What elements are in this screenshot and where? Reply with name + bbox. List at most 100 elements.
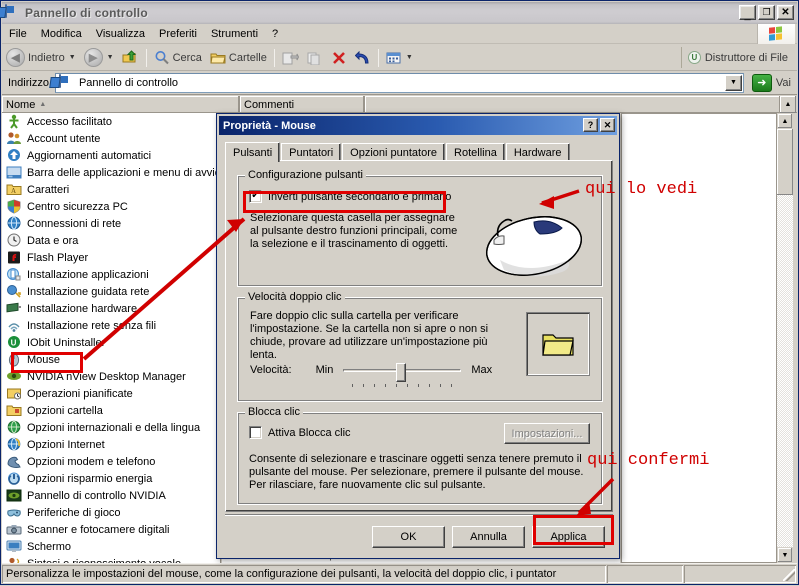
- list-item[interactable]: Flash Player: [2, 249, 220, 266]
- list-item[interactable]: Installazione hardware: [2, 300, 220, 317]
- window-controls: _ ❐ ✕: [739, 5, 794, 20]
- scroll-thumb[interactable]: [777, 129, 793, 195]
- list-item-label: Opzioni modem e telefono: [27, 455, 156, 468]
- game-controllers-icon: [6, 505, 22, 520]
- folders-button[interactable]: Cartelle: [206, 47, 271, 69]
- speed-max-label: Max: [471, 364, 493, 376]
- tab-hardware[interactable]: Hardware: [505, 143, 570, 161]
- folder-preview-icon[interactable]: [526, 312, 590, 376]
- move-to-button[interactable]: [278, 47, 303, 69]
- delete-icon: [332, 51, 345, 64]
- list-item[interactable]: Sintesi e riconoscimento vocale: [2, 555, 220, 563]
- list-item-label: Connessioni di rete: [27, 217, 122, 230]
- list-item[interactable]: Installazione guidata rete: [2, 283, 220, 300]
- folders-label: Cartelle: [228, 51, 267, 64]
- list-item[interactable]: Connessioni di rete: [2, 215, 220, 232]
- list-item[interactable]: A Caratteri: [2, 181, 220, 198]
- search-button[interactable]: Cerca: [150, 47, 206, 69]
- list-item-label: Caratteri: [27, 183, 70, 196]
- ok-label: OK: [400, 531, 417, 543]
- dialog-help-button[interactable]: ?: [583, 118, 598, 132]
- power-options-icon: [6, 471, 22, 486]
- tab-rotellina[interactable]: Rotellina: [446, 143, 505, 161]
- list-item[interactable]: Periferiche di gioco: [2, 504, 220, 521]
- list-item[interactable]: Operazioni pianificate: [2, 385, 220, 402]
- tab-opzioni-puntatore[interactable]: Opzioni puntatore: [342, 143, 446, 161]
- delete-button[interactable]: [328, 47, 351, 69]
- list-item[interactable]: Installazione rete senza fili: [2, 317, 220, 334]
- list-item[interactable]: Opzioni risparmio energia: [2, 470, 220, 487]
- doubleclick-speed-slider[interactable]: [343, 362, 462, 382]
- list-item[interactable]: Opzioni cartella: [2, 402, 220, 419]
- cancel-label: Annulla: [470, 531, 507, 543]
- back-button[interactable]: ◀ Indietro ▼: [2, 47, 80, 69]
- undo-button[interactable]: [351, 47, 375, 69]
- list-item[interactable]: Data e ora: [2, 232, 220, 249]
- scroll-track[interactable]: [777, 195, 793, 547]
- back-dropdown-icon[interactable]: ▼: [69, 54, 76, 61]
- minimize-button[interactable]: _: [739, 5, 756, 20]
- up-button[interactable]: [118, 47, 143, 69]
- list-item[interactable]: Scanner e fotocamere digitali: [2, 521, 220, 538]
- views-dropdown-icon[interactable]: ▼: [406, 54, 413, 61]
- menu-visualizza[interactable]: Visualizza: [89, 26, 152, 42]
- scroll-up-button[interactable]: ▲: [777, 113, 793, 129]
- highlight-box-invert-checkbox: [243, 191, 446, 213]
- views-button[interactable]: ▼: [382, 47, 417, 69]
- menu-help[interactable]: ?: [265, 26, 285, 42]
- ok-button[interactable]: OK: [372, 526, 445, 548]
- right-pane-scrollbar[interactable]: ▲ ▼: [777, 113, 793, 563]
- list-item[interactable]: Accesso facilitato: [2, 113, 220, 130]
- list-item-label: Schermo: [27, 540, 72, 553]
- clicklock-settings-button[interactable]: Impostazioni...: [504, 423, 590, 444]
- menu-strumenti[interactable]: Strumenti: [204, 26, 265, 42]
- list-item-label: Opzioni cartella: [27, 404, 103, 417]
- copy-to-button[interactable]: [303, 47, 328, 69]
- list-item[interactable]: Pannello di controllo NVIDIA: [2, 487, 220, 504]
- shredder-icon: U: [687, 51, 701, 64]
- shredder-button[interactable]: U Distruttore di File: [680, 47, 794, 68]
- list-item[interactable]: Opzioni Internet: [2, 436, 220, 453]
- maximize-button[interactable]: ❐: [758, 5, 775, 20]
- list-item[interactable]: Schermo: [2, 538, 220, 555]
- list-item[interactable]: Aggiornamenti automatici: [2, 147, 220, 164]
- list-item[interactable]: Centro sicurezza PC: [2, 198, 220, 215]
- scroll-down-button[interactable]: ▼: [777, 547, 793, 563]
- up-folder-icon: [122, 49, 136, 62]
- svg-text:U: U: [11, 339, 17, 348]
- list-item[interactable]: Opzioni modem e telefono: [2, 453, 220, 470]
- column-header-blank[interactable]: [365, 96, 781, 113]
- menu-file[interactable]: File: [2, 26, 34, 42]
- list-item[interactable]: Account utente: [2, 130, 220, 147]
- tab-pulsanti[interactable]: Pulsanti: [225, 142, 281, 162]
- forward-button[interactable]: ▶ ▼: [80, 47, 118, 69]
- list-item[interactable]: Opzioni internazionali e della lingua: [2, 419, 220, 436]
- address-input[interactable]: Pannello di controllo ▼: [54, 72, 744, 93]
- list-item[interactable]: Barra delle applicazioni e menu di avvio: [2, 164, 220, 181]
- list-item[interactable]: U IObit Uninstaller: [2, 334, 220, 351]
- clicklock-checkbox[interactable]: [249, 426, 262, 439]
- menu-preferiti[interactable]: Preferiti: [152, 26, 204, 42]
- status-text: Personalizza le impostazioni del mouse, …: [2, 565, 606, 583]
- dialog-close-button[interactable]: ✕: [600, 118, 615, 132]
- address-dropdown-icon[interactable]: ▼: [724, 74, 742, 91]
- forward-dropdown-icon[interactable]: ▼: [107, 54, 114, 61]
- clicklock-checkbox-row[interactable]: Attiva Blocca clic: [249, 426, 351, 439]
- column-header-commenti[interactable]: Commenti: [240, 96, 365, 113]
- close-button[interactable]: ✕: [777, 5, 794, 20]
- user-accounts-icon: [6, 131, 22, 146]
- cancel-button[interactable]: Annulla: [452, 526, 525, 548]
- menu-modifica[interactable]: Modifica: [34, 26, 89, 42]
- list-item[interactable]: Installazione applicazioni: [2, 266, 220, 283]
- explorer-window: Pannello di controllo _ ❐ ✕ File Modific…: [0, 0, 799, 585]
- list-scroll-up-button[interactable]: ▲: [780, 96, 796, 113]
- network-wizard-icon: [6, 284, 22, 299]
- flash-player-icon: [6, 250, 22, 265]
- go-button[interactable]: ➜ Vai: [746, 73, 797, 92]
- list-item-label: Centro sicurezza PC: [27, 200, 128, 213]
- control-panel-list[interactable]: Accesso facilitato Account utente Aggior…: [2, 113, 221, 563]
- column-header-nome[interactable]: Nome ▲: [2, 96, 240, 113]
- tab-puntatori[interactable]: Puntatori: [281, 143, 342, 161]
- resize-grip[interactable]: [783, 569, 795, 581]
- slider-thumb[interactable]: [396, 362, 407, 382]
